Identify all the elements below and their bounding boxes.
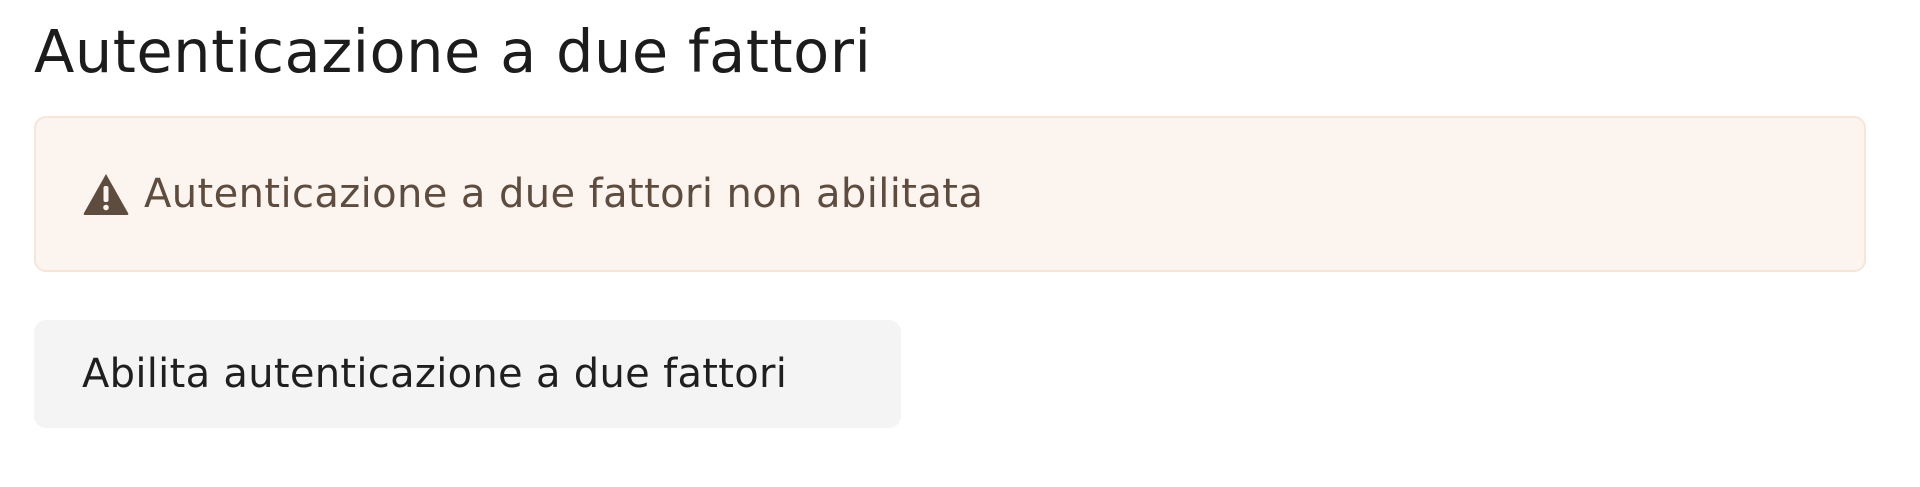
- enable-two-factor-button[interactable]: Abilita autenticazione a due fattori: [34, 320, 901, 428]
- alert-message: Autenticazione a due fattori non abilita…: [144, 171, 984, 217]
- warning-triangle-icon: [82, 172, 130, 216]
- two-factor-disabled-alert: Autenticazione a due fattori non abilita…: [34, 116, 1866, 272]
- section-title: Autenticazione a due fattori: [34, 17, 872, 86]
- two-factor-section: Autenticazione a due fattori Autenticazi…: [0, 0, 1920, 487]
